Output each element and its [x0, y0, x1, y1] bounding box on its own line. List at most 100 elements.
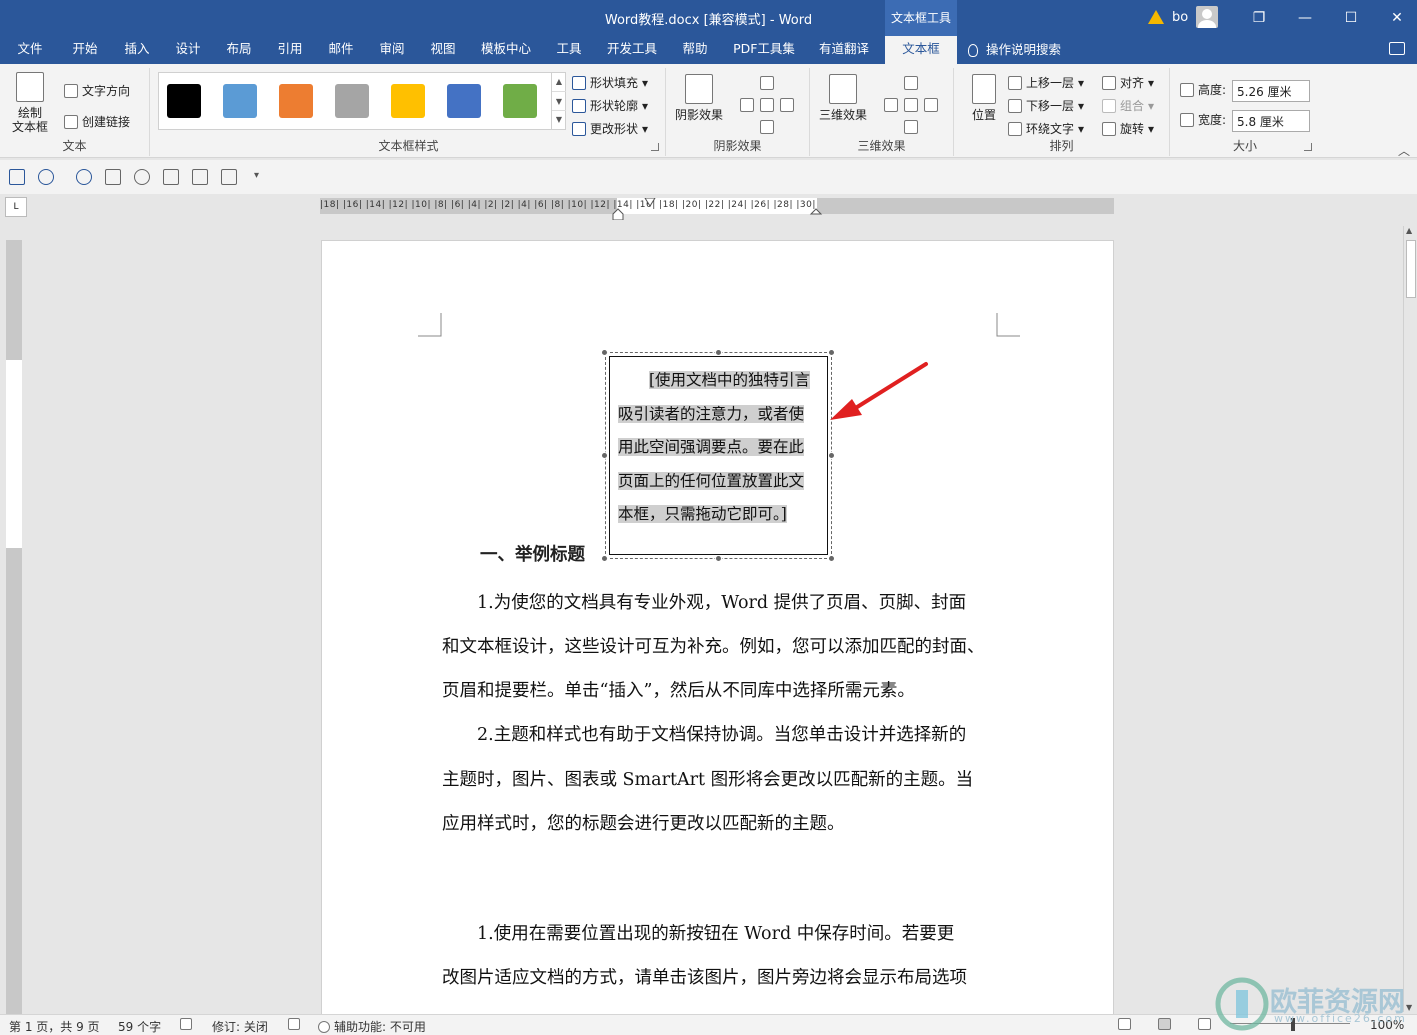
close-button[interactable]: ✕: [1374, 0, 1417, 36]
nudge-right-icon[interactable]: [780, 98, 794, 112]
create-link-button[interactable]: 创建链接: [64, 113, 130, 130]
redo-icon[interactable]: [76, 169, 92, 185]
style-swatch-blue[interactable]: [223, 84, 257, 118]
print-layout-view-icon[interactable]: [1158, 1018, 1171, 1030]
resize-handle-e[interactable]: [828, 452, 835, 459]
nudge-down-icon[interactable]: [760, 120, 774, 134]
dialog-launcher-icon[interactable]: [651, 143, 659, 151]
customize-icon[interactable]: [221, 169, 237, 185]
nudge-up-icon[interactable]: [760, 76, 774, 90]
tab-pdf-tools[interactable]: PDF工具集: [726, 36, 802, 64]
shape-fill-button[interactable]: 形状填充 ▾: [572, 74, 648, 91]
horizontal-ruler[interactable]: |18| |16| |14| |12| |10| |8| |6| |4| |2|…: [320, 198, 1114, 220]
change-shape-button[interactable]: 更改形状 ▾: [572, 120, 648, 137]
accessibility-status[interactable]: 辅助功能: 不可用: [318, 1018, 426, 1035]
tilt-down-icon[interactable]: [904, 120, 918, 134]
tab-selector[interactable]: L: [5, 197, 27, 217]
tab-template-center[interactable]: 模板中心: [472, 36, 540, 64]
position-button[interactable]: 位置: [964, 74, 1004, 122]
tab-home[interactable]: 开始: [62, 36, 108, 64]
touch-mode-icon[interactable]: [192, 169, 208, 185]
track-changes-status[interactable]: 修订: 关闭: [212, 1018, 268, 1035]
draw-textbox-button[interactable]: 绘制 文本框: [8, 72, 52, 134]
tab-view[interactable]: 视图: [420, 36, 466, 64]
wrap-text-button[interactable]: 环绕文字 ▾: [1008, 120, 1084, 137]
align-button[interactable]: 对齐 ▾: [1102, 74, 1154, 91]
print-preview-icon[interactable]: [163, 169, 179, 185]
minimize-button[interactable]: —: [1282, 0, 1328, 36]
group-objects-button[interactable]: 组合 ▾: [1102, 97, 1154, 114]
resize-handle-sw[interactable]: [601, 555, 608, 562]
size-dialog-launcher-icon[interactable]: [1304, 143, 1312, 151]
3d-toggle-icon[interactable]: [904, 98, 918, 112]
3d-effects-button[interactable]: 三维效果: [816, 74, 870, 122]
tab-youdao-translate[interactable]: 有道翻译: [810, 36, 878, 64]
send-backward-button[interactable]: 下移一层 ▾: [1008, 97, 1084, 114]
resize-handle-n[interactable]: [715, 349, 722, 356]
tab-review[interactable]: 审阅: [369, 36, 415, 64]
user-name[interactable]: bo: [1172, 10, 1188, 25]
gallery-down-icon[interactable]: ▼: [552, 91, 566, 110]
tilt-up-icon[interactable]: [904, 76, 918, 90]
vertical-scrollbar[interactable]: ▲ ▼: [1403, 226, 1417, 1012]
save-icon[interactable]: [9, 169, 25, 185]
width-input[interactable]: 5.8 厘米: [1232, 110, 1310, 132]
shadow-toggle-icon[interactable]: [760, 98, 774, 112]
tab-design[interactable]: 设计: [165, 36, 211, 64]
tab-textbox[interactable]: 文本框: [885, 36, 957, 64]
style-swatch-gray[interactable]: [335, 84, 369, 118]
nudge-left-icon[interactable]: [740, 98, 754, 112]
tab-insert[interactable]: 插入: [114, 36, 160, 64]
shadow-effects-button[interactable]: 阴影效果: [672, 74, 726, 122]
bring-forward-button[interactable]: 上移一层 ▾: [1008, 74, 1084, 91]
undo-icon[interactable]: [38, 169, 54, 185]
scroll-up-icon[interactable]: ▲: [1406, 226, 1412, 235]
qat-more-icon[interactable]: ▾: [254, 170, 259, 181]
indent-markers[interactable]: [610, 198, 830, 220]
comments-icon[interactable]: [1389, 42, 1405, 55]
style-swatch-orange[interactable]: [279, 84, 313, 118]
tab-help[interactable]: 帮助: [672, 36, 718, 64]
shape-outline-button[interactable]: 形状轮廓 ▾: [572, 97, 648, 114]
height-input[interactable]: 5.26 厘米: [1232, 80, 1310, 102]
vertical-ruler[interactable]: [6, 240, 22, 1020]
rotate-button[interactable]: 旋转 ▾: [1102, 120, 1154, 137]
gallery-scroll[interactable]: ▲ ▼ ▼: [551, 72, 566, 130]
style-swatch-dark-blue[interactable]: [447, 84, 481, 118]
style-swatch-green[interactable]: [503, 84, 537, 118]
user-area[interactable]: bo: [1148, 6, 1219, 28]
tilt-left-icon[interactable]: [884, 98, 898, 112]
avatar[interactable]: [1196, 6, 1219, 28]
tab-file[interactable]: 文件: [8, 36, 52, 64]
tab-mailings[interactable]: 邮件: [318, 36, 364, 64]
read-mode-view-icon[interactable]: [1118, 1018, 1131, 1030]
text-direction-button[interactable]: 文字方向: [64, 82, 130, 99]
tab-layout[interactable]: 布局: [216, 36, 262, 64]
ribbon-display-options-icon[interactable]: ❐: [1236, 0, 1282, 36]
scrollbar-thumb[interactable]: [1406, 240, 1416, 298]
maximize-button[interactable]: ☐: [1328, 0, 1374, 36]
tab-tools[interactable]: 工具: [546, 36, 592, 64]
word-count[interactable]: 59 个字: [118, 1018, 161, 1035]
gallery-up-icon[interactable]: ▲: [552, 72, 566, 91]
web-layout-view-icon[interactable]: [1198, 1018, 1211, 1030]
proofing-icon[interactable]: [180, 1018, 192, 1030]
tilt-right-icon[interactable]: [924, 98, 938, 112]
collapse-ribbon-icon[interactable]: ︿: [1398, 142, 1410, 159]
resize-handle-s[interactable]: [715, 555, 722, 562]
gallery-more-icon[interactable]: ▼: [552, 110, 566, 128]
tell-me-search[interactable]: 操作说明搜索: [968, 36, 1061, 64]
textbox-content[interactable]: [使用文档中的独特引言 吸引读者的注意力，或者使 用此空间强调要点。要在此 页面…: [618, 364, 818, 532]
read-mode-icon[interactable]: [105, 169, 121, 185]
macro-icon[interactable]: [288, 1018, 300, 1030]
warning-icon[interactable]: [1148, 10, 1164, 24]
web-layout-icon[interactable]: [134, 169, 150, 185]
resize-handle-w[interactable]: [601, 452, 608, 459]
style-swatch-gold[interactable]: [391, 84, 425, 118]
style-swatch-black[interactable]: [167, 84, 201, 118]
resize-handle-nw[interactable]: [601, 349, 608, 356]
resize-handle-se[interactable]: [828, 555, 835, 562]
tab-references[interactable]: 引用: [267, 36, 313, 64]
page-count[interactable]: 第 1 页，共 9 页: [9, 1018, 100, 1035]
tab-developer[interactable]: 开发工具: [598, 36, 666, 64]
